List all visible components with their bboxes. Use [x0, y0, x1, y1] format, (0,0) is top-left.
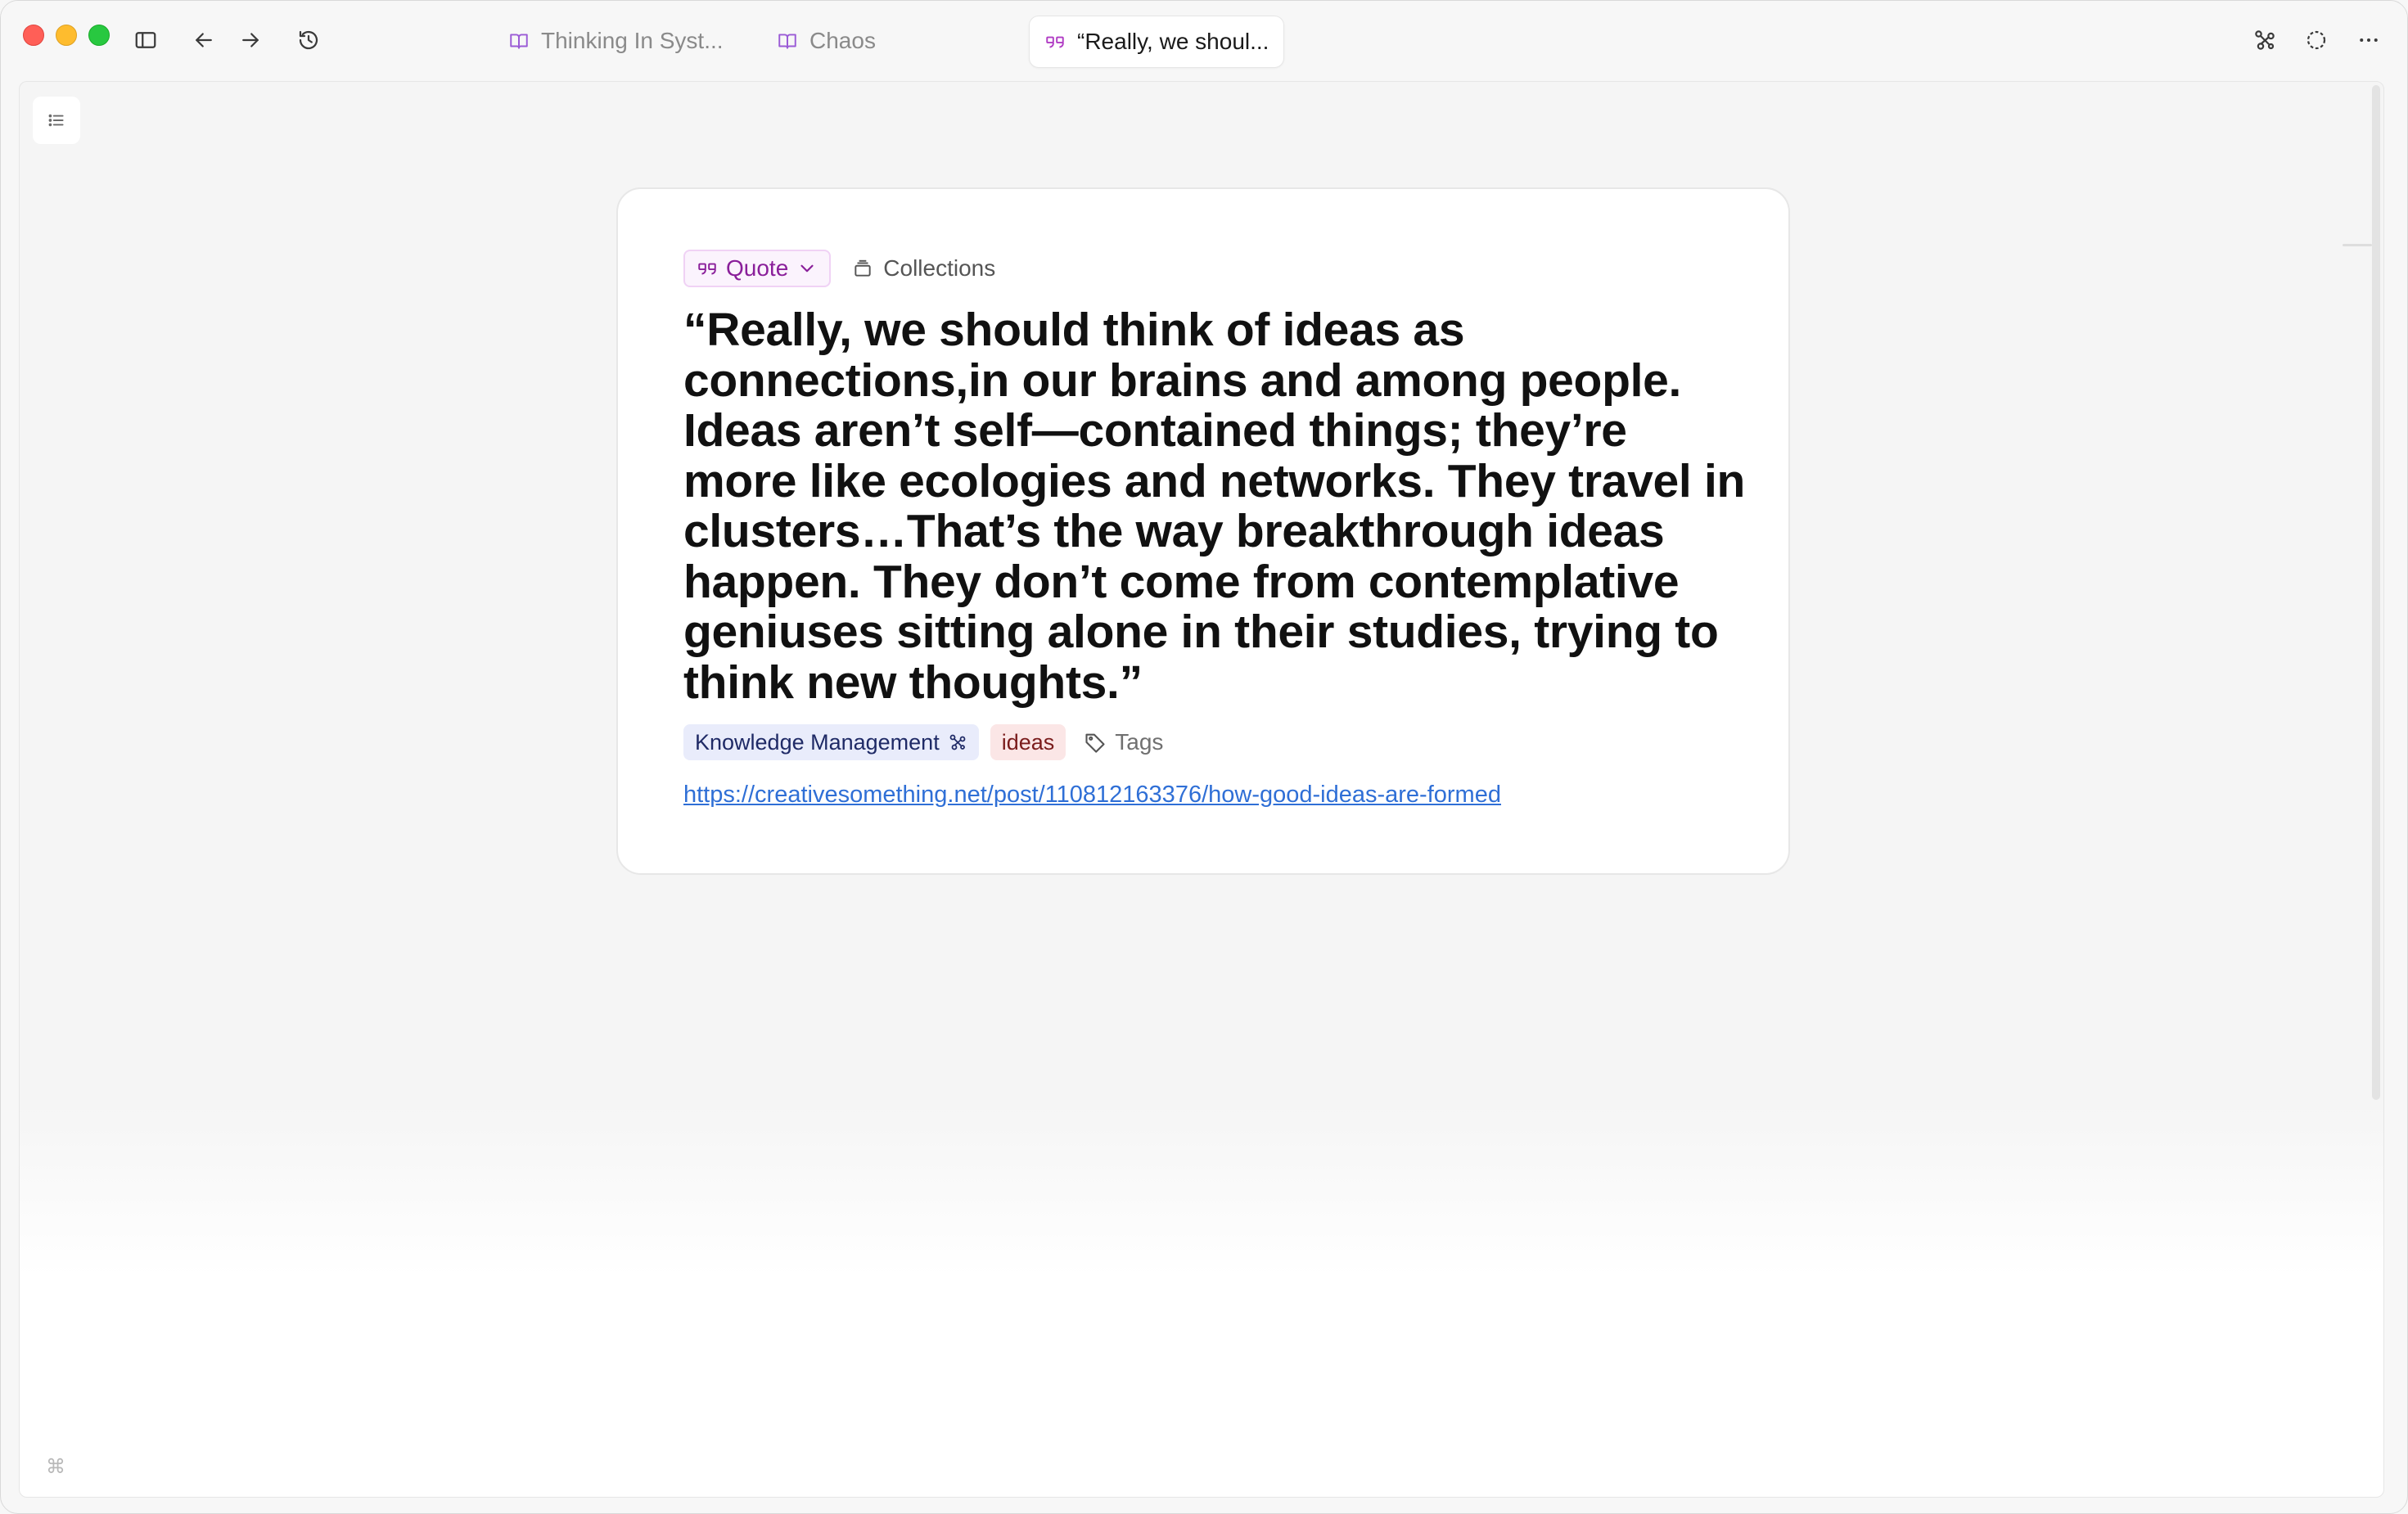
quote-text[interactable]: “Really, we should think of ideas as con… — [683, 304, 1747, 708]
back-arrow-icon[interactable] — [187, 24, 220, 56]
maximize-window-button[interactable] — [88, 25, 110, 46]
collections-button[interactable]: Collections — [852, 255, 995, 282]
quote-icon — [698, 263, 716, 275]
type-label: Quote — [726, 255, 789, 281]
tab-thinking-in-systems[interactable]: Thinking In Syst... — [494, 16, 738, 66]
tags-row: Knowledge Management ideas Tags — [683, 724, 1163, 760]
tag-knowledge-management[interactable]: Knowledge Management — [683, 724, 979, 760]
source-url-link[interactable]: https://creativesomething.net/post/11081… — [683, 782, 1501, 809]
tab-chaos[interactable]: Chaos — [762, 16, 891, 66]
graph-view-icon[interactable] — [2248, 24, 2281, 56]
add-tags-label: Tags — [1115, 729, 1164, 755]
type-selector[interactable]: Quote — [683, 250, 832, 287]
quote-icon — [1046, 36, 1064, 48]
app-window: Thinking In Syst... Chaos “Really, we sh… — [0, 0, 2408, 1514]
tab-label: Thinking In Syst... — [541, 28, 724, 53]
forward-arrow-icon[interactable] — [234, 24, 267, 56]
close-window-button[interactable] — [23, 25, 44, 46]
collections-label: Collections — [883, 255, 996, 281]
card-meta-row: Quote Collections — [683, 250, 995, 287]
scrollbar[interactable] — [2372, 85, 2380, 1100]
tag-label: ideas — [1001, 729, 1055, 755]
minimap-marker[interactable] — [2343, 244, 2372, 246]
book-icon — [510, 34, 528, 49]
sync-status-icon[interactable] — [2300, 24, 2333, 56]
tag-label: Knowledge Management — [695, 729, 940, 755]
chevron-down-icon — [800, 264, 814, 273]
add-tags-button[interactable]: Tags — [1084, 729, 1163, 755]
tab-label: “Really, we shoul... — [1077, 29, 1269, 54]
outline-toggle-button[interactable] — [33, 97, 80, 144]
history-icon[interactable] — [292, 24, 325, 56]
tag-icon — [1085, 733, 1105, 753]
command-key-icon[interactable]: ⌘ — [33, 1444, 79, 1489]
quote-card: Quote Collections “Really, we should thi… — [616, 187, 1790, 875]
tag-ideas[interactable]: ideas — [990, 724, 1066, 760]
minimize-window-button[interactable] — [56, 25, 77, 46]
tab-label: Chaos — [809, 28, 876, 53]
tab-quote-active[interactable]: “Really, we shoul... — [1029, 16, 1285, 68]
list-icon — [48, 114, 64, 127]
sidebar-toggle-icon[interactable] — [129, 24, 162, 56]
title-bar: Thinking In Syst... Chaos “Really, we sh… — [1, 1, 2407, 81]
book-icon — [778, 34, 796, 49]
stack-icon — [855, 259, 871, 277]
more-options-icon[interactable] — [2352, 24, 2385, 56]
graph-icon — [949, 734, 966, 750]
